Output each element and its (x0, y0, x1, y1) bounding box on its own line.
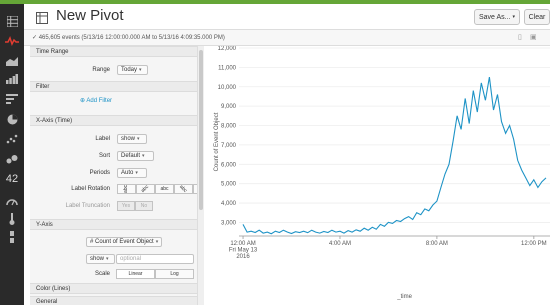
scale-label: Scale (94, 271, 110, 277)
y-tick-label: 5,000 (221, 182, 237, 188)
series-line (242, 77, 547, 235)
event-count-text: ✓ 465,605 events (5/13/16 12:00:00.000 A… (32, 35, 225, 41)
y-tick-label: 3,000 (221, 220, 237, 226)
line-chart: 3,000 4,000 5,000 6,000 7,000 8,000 9,000 10,00… (204, 46, 550, 305)
pie-chart-icon[interactable] (4, 112, 20, 126)
scale-log-button[interactable]: Log (155, 269, 194, 279)
section-filter: Filter (30, 81, 197, 92)
y-tick-label: 11,000 (218, 65, 237, 71)
split-view-icon[interactable]: ▯ (518, 34, 525, 41)
rotation-minus-45-button[interactable]: abc (136, 184, 155, 194)
chevron-down-icon: ▾ (137, 136, 140, 142)
plus-circle-icon: ⊕ (80, 98, 86, 104)
y-tick-label: 7,000 (221, 143, 237, 149)
rotation-minus-90-button[interactable]: abc (117, 184, 136, 194)
x-tick-label: 12:00 AM (230, 241, 255, 247)
section-color-lines: Color (Lines) (30, 283, 197, 294)
chevron-down-icon: ▾ (142, 153, 145, 159)
truncation-no-button[interactable]: No (135, 201, 153, 211)
range-label: Range (92, 67, 110, 73)
label-truncation-label: Label Truncation (65, 203, 110, 209)
field-select[interactable]: # Count of Event Object ▾ (86, 237, 162, 247)
clear-button[interactable]: Clear (524, 9, 550, 25)
rotation-0-button[interactable]: abc (155, 184, 174, 194)
x-label-select[interactable]: show ▾ (117, 134, 147, 144)
config-panel: Time Range Range Today ▾ Filter ⊕ Add Fil… (30, 46, 198, 305)
label-rotation-label: Label Rotation (71, 186, 110, 192)
range-select[interactable]: Today ▾ (117, 65, 148, 75)
scatter-chart-icon[interactable] (4, 132, 20, 146)
section-time-range: Time Range (30, 46, 197, 57)
x-label-label: Label (95, 136, 110, 142)
bar-chart-icon[interactable] (4, 92, 20, 106)
y-tick-label: 9,000 (221, 104, 237, 110)
x-axis-title: _time (396, 294, 412, 300)
chevron-down-icon: ▾ (139, 67, 142, 73)
y-tick-label: 8,000 (221, 124, 237, 130)
add-filter-button[interactable]: ⊕ Add Filter (80, 97, 112, 104)
gauge-icon[interactable] (4, 194, 20, 208)
x-tick-label: Fri May 13 (229, 248, 258, 254)
truncation-yes-button[interactable]: Yes (117, 201, 135, 211)
event-status-bar: ✓ 465,605 events (5/13/16 12:00:00.000 A… (24, 30, 550, 46)
x-tick-label: 4:00 AM (329, 241, 351, 247)
periods-select[interactable]: Auto ▾ (117, 168, 147, 178)
pivot-table-icon (36, 11, 48, 24)
y-tick-label: 6,000 (221, 162, 237, 168)
area-chart-icon[interactable] (4, 54, 20, 68)
y-tick-label: 12,000 (218, 46, 237, 52)
y-label-select[interactable]: show ▾ (86, 254, 115, 264)
y-axis-title: Count of Event Object (214, 112, 220, 171)
column-chart-icon[interactable] (4, 72, 20, 86)
line-chart-icon[interactable] (4, 34, 20, 48)
sort-label: Sort (98, 153, 110, 159)
periods-label: Periods (89, 170, 110, 176)
chevron-down-icon: ▾ (106, 256, 109, 262)
pivot-header: New Pivot Save As... ▾ Clear (24, 4, 550, 30)
bubble-chart-icon[interactable] (4, 152, 20, 166)
left-nav-rail: 42 (0, 4, 24, 305)
scale-linear-button[interactable]: Linear (116, 269, 155, 279)
sort-select[interactable]: Default ▾ (117, 151, 154, 161)
y-label-input[interactable]: optional (116, 254, 194, 264)
section-general: General (30, 296, 197, 305)
dashboard-grid-icon[interactable] (4, 14, 20, 28)
single-value-item[interactable]: 42 (4, 172, 20, 186)
rotation-45-button[interactable]: abc (174, 184, 193, 194)
thermometer-icon[interactable] (4, 212, 20, 226)
marker-gauge-icon[interactable] (4, 230, 20, 244)
chevron-down-icon: ▾ (155, 239, 159, 245)
x-tick-label: 8:00 AM (426, 241, 448, 247)
page-title: New Pivot (56, 7, 124, 24)
x-tick-label: 2016 (236, 254, 250, 260)
scrollbar-thumb[interactable] (199, 50, 203, 210)
fullscreen-icon[interactable]: ▣ (530, 34, 537, 41)
section-y-axis: Y-Axis (30, 219, 197, 230)
y-tick-label: 4,000 (221, 201, 237, 207)
section-x-axis: X-Axis (Time) (30, 115, 197, 126)
x-tick-label: 12:00 PM (521, 241, 547, 247)
save-as-button[interactable]: Save As... ▾ (474, 9, 520, 25)
y-tick-label: 10,000 (218, 85, 237, 91)
chart-svg: 3,000 4,000 5,000 6,000 7,000 8,000 9,000 10,00… (214, 46, 550, 300)
chevron-down-icon: ▾ (135, 170, 138, 176)
